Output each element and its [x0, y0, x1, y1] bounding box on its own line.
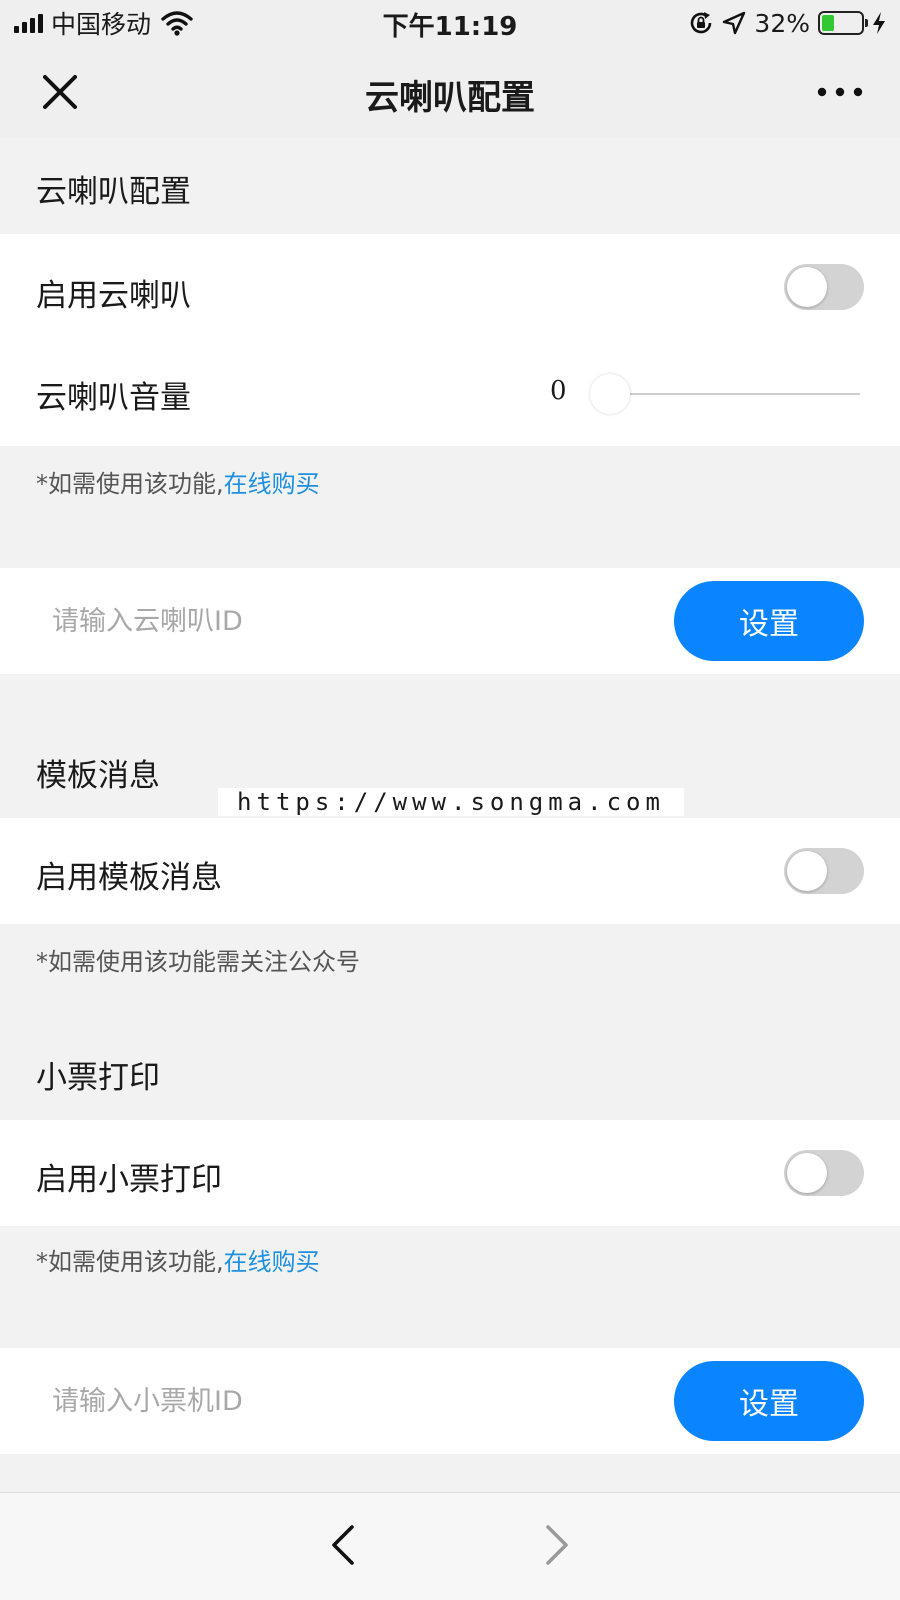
speaker-note: *如需使用该功能,在线购买 — [36, 464, 320, 499]
enable-template-toggle[interactable] — [784, 848, 864, 894]
speaker-volume-label: 云喇叭音量 — [36, 380, 191, 416]
speaker-settings-card: 启用云喇叭 云喇叭音量 0 — [0, 234, 900, 446]
speaker-volume-value: 0 — [550, 376, 567, 406]
enable-receipt-label: 启用小票打印 — [36, 1162, 222, 1198]
receipt-note-text: *如需使用该功能, — [36, 1248, 224, 1276]
toggle-knob — [787, 267, 827, 307]
enable-speaker-toggle[interactable] — [784, 264, 864, 310]
speaker-set-button[interactable]: 设置 — [674, 581, 864, 661]
section-title-speaker: 云喇叭配置 — [36, 174, 191, 210]
speaker-id-input[interactable] — [16, 589, 626, 653]
forward-arrow-icon[interactable] — [540, 1523, 574, 1567]
speaker-note-text: *如需使用该功能, — [36, 470, 224, 498]
receipt-buy-link[interactable]: 在线购买 — [224, 1248, 320, 1276]
back-arrow-icon[interactable] — [326, 1523, 360, 1567]
battery-fill — [822, 15, 835, 31]
battery-icon — [818, 11, 868, 35]
receipt-settings-card: 启用小票打印 — [0, 1120, 900, 1226]
watermark: https://www.songma.com — [218, 788, 684, 816]
section-title-receipt: 小票打印 — [36, 1060, 160, 1096]
template-note: *如需使用该功能需关注公众号 — [36, 948, 360, 976]
speaker-volume-thumb[interactable] — [590, 374, 630, 414]
receipt-note: *如需使用该功能,在线购买 — [36, 1242, 320, 1277]
enable-speaker-label: 启用云喇叭 — [36, 278, 191, 314]
speaker-id-row: 设置 — [0, 568, 900, 674]
receipt-id-input[interactable] — [16, 1369, 626, 1433]
speaker-volume-track[interactable] — [610, 393, 860, 395]
nav-bar: 云喇叭配置 — [0, 46, 900, 138]
section-title-template: 模板消息 — [36, 758, 160, 794]
battery-percent: 32% — [754, 8, 810, 38]
bottom-nav-bar — [0, 1492, 900, 1600]
charging-icon — [873, 12, 885, 34]
toggle-knob — [787, 851, 827, 891]
status-bar: 中国移动 下午11:19 32% — [0, 0, 900, 46]
template-settings-card: 启用模板消息 — [0, 818, 900, 924]
page-title: 云喇叭配置 — [365, 78, 535, 118]
enable-receipt-toggle[interactable] — [784, 1150, 864, 1196]
receipt-set-button[interactable]: 设置 — [674, 1361, 864, 1441]
rotation-lock-icon — [691, 12, 712, 34]
location-icon — [723, 11, 746, 35]
status-right: 32% — [688, 8, 886, 38]
speaker-buy-link[interactable]: 在线购买 — [224, 470, 320, 498]
toggle-knob — [787, 1153, 827, 1193]
enable-template-label: 启用模板消息 — [36, 860, 222, 896]
more-icon[interactable] — [814, 76, 866, 108]
receipt-id-row: 设置 — [0, 1348, 900, 1454]
